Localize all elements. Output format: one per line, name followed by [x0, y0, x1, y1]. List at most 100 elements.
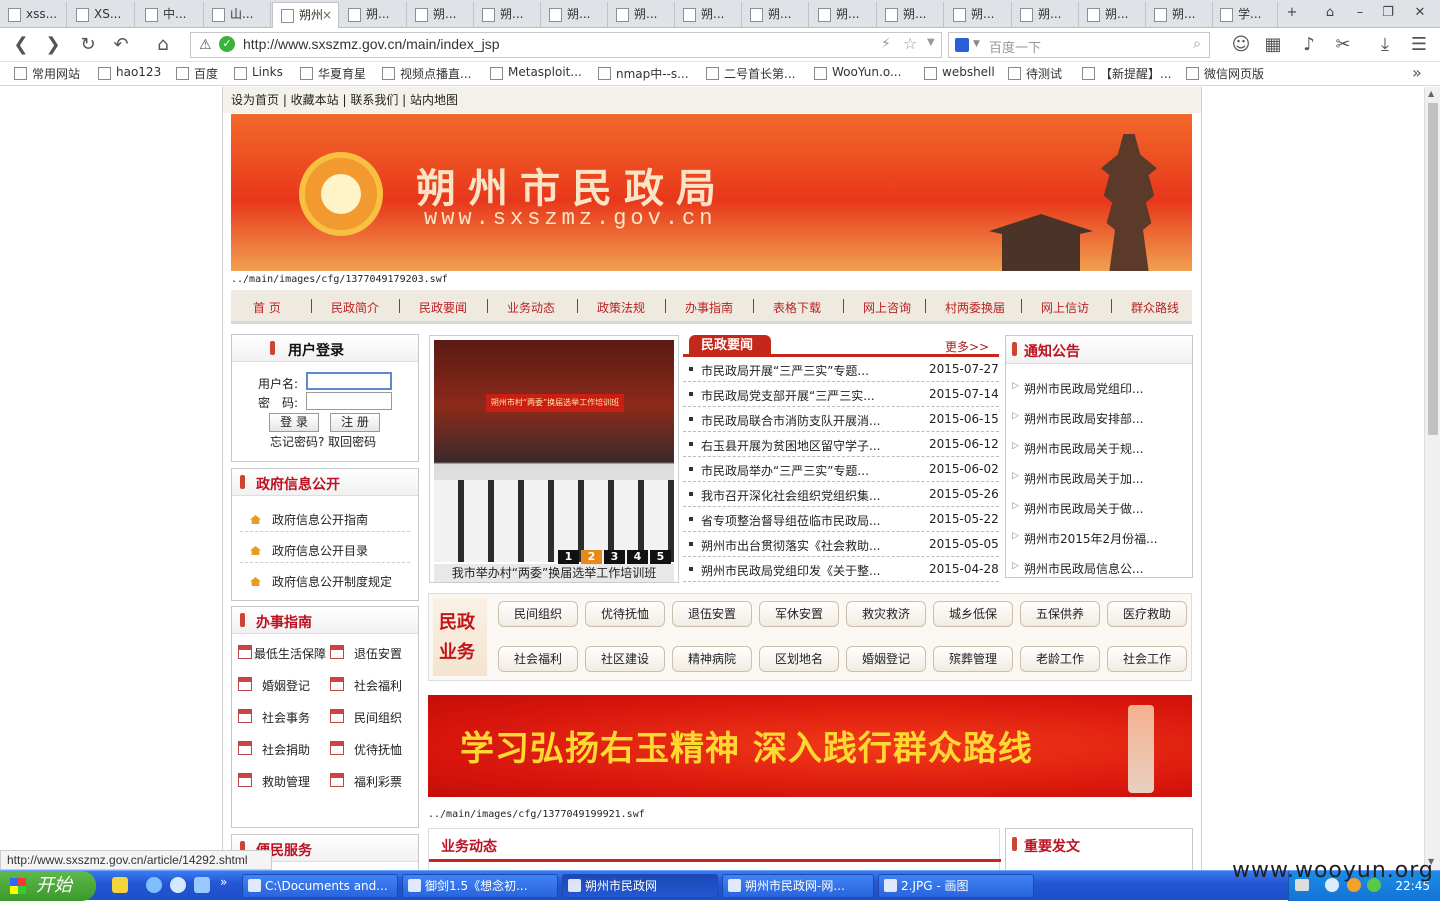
guide-link[interactable]: 民间组织 — [354, 709, 402, 726]
bookmark-item[interactable]: 二号首长第... — [706, 65, 795, 82]
download-icon[interactable]: ⤓ — [1374, 34, 1396, 56]
news-title-link[interactable]: 市民政局党支部开展“三严三实... — [701, 387, 875, 404]
browser-tab[interactable]: 朔... — [675, 2, 742, 28]
browser-tab[interactable]: xss... — [0, 2, 67, 28]
news-row[interactable]: 朔州市出台贯彻落实《社会救助... 2015-05-05 — [683, 532, 999, 557]
notice-link[interactable]: 朔州市民政局信息公... — [1024, 560, 1143, 577]
bookmark-item[interactable]: 微信网页版 — [1186, 65, 1264, 82]
service-button[interactable]: 区划地名 — [759, 646, 839, 672]
browser-tab[interactable]: 朔... — [474, 2, 541, 28]
browser-tab[interactable]: 学... — [1212, 2, 1278, 28]
browser-tab[interactable]: 朔... — [877, 2, 944, 28]
browser-tab[interactable]: 朔... — [608, 2, 675, 28]
service-button[interactable]: 婚姻登记 — [846, 646, 926, 672]
site-info-icon[interactable]: ⚠ — [199, 37, 212, 53]
notice-row[interactable]: ▷ 朔州市民政局党组印... — [1006, 380, 1186, 396]
guide-link[interactable]: 最低生活保障 — [254, 645, 326, 662]
news-title-link[interactable]: 朔州市出台贯彻落实《社会救助... — [701, 537, 880, 554]
notice-row[interactable]: ▷ 朔州市民政局安排部... — [1006, 410, 1186, 426]
bookmark-item[interactable]: hao123 — [98, 65, 161, 80]
lightning-icon[interactable]: ⚡ — [881, 36, 891, 52]
notice-row[interactable]: ▷ 朔州市民政局关于做... — [1006, 500, 1186, 516]
bookmark-item[interactable]: 常用网站 — [14, 65, 80, 82]
notice-row[interactable]: ▷ 朔州市民政局关于加... — [1006, 470, 1186, 486]
news-row[interactable]: 市民政局开展“三严三实”专题... 2015-07-27 — [683, 357, 999, 382]
search-icon[interactable]: ⌕ — [1193, 36, 1201, 52]
scroll-thumb[interactable] — [1428, 103, 1438, 435]
nav-item[interactable]: 办事指南 — [685, 299, 733, 316]
news-title-link[interactable]: 市民政局举办“三严三实”专题... — [701, 462, 869, 479]
address-bar[interactable]: ⚠ ✓ http://www.sxszmz.gov.cn/main/index_… — [190, 32, 942, 58]
bookmark-item[interactable]: WooYun.o... — [814, 65, 901, 80]
scroll-up-icon[interactable]: ▲ — [1428, 89, 1434, 98]
guide-link[interactable]: 社会事务 — [262, 709, 310, 726]
bookmark-item[interactable]: 视频点播直... — [382, 65, 471, 82]
security-check-icon[interactable]: ✓ — [219, 36, 235, 52]
quicklaunch-icon[interactable] — [112, 877, 128, 893]
engine-dropdown-icon[interactable]: ▼ — [973, 39, 980, 49]
browser-tab[interactable]: 朔... — [1079, 2, 1146, 28]
important-title[interactable]: 重要发文 — [1024, 836, 1080, 856]
nav-item[interactable]: 村两委换届 — [945, 299, 1005, 316]
guide-link[interactable]: 福利彩票 — [354, 773, 402, 790]
apps-icon[interactable]: ▦ — [1262, 34, 1284, 56]
gov-info-link[interactable]: 政府信息公开目录 — [272, 542, 368, 559]
service-button[interactable]: 老龄工作 — [1020, 646, 1100, 672]
browser-tab[interactable]: 中... — [137, 2, 204, 28]
star-icon[interactable]: ☆ — [903, 34, 917, 53]
news-title-link[interactable]: 市民政局开展“三严三实”专题... — [701, 362, 869, 379]
browser-tab[interactable]: 朔... — [340, 2, 407, 28]
home-icon[interactable]: ⌂ — [152, 34, 174, 56]
browser-tab[interactable]: 朔... — [407, 2, 474, 28]
service-button[interactable]: 城乡低保 — [933, 601, 1013, 627]
bookmark-item[interactable]: 华夏育星 — [300, 65, 366, 82]
bookmark-item[interactable]: Links — [234, 65, 283, 80]
news-title-link[interactable]: 省专项整治督导组莅临市民政局... — [701, 512, 880, 529]
slogan-banner[interactable]: 学习弘扬右玉精神 深入践行群众路线 — [428, 695, 1192, 797]
guide-link[interactable]: 婚姻登记 — [262, 677, 310, 694]
service-button[interactable]: 社会福利 — [498, 646, 578, 672]
browser-tab[interactable]: XS... — [68, 2, 135, 28]
ie-icon[interactable] — [146, 877, 162, 893]
gov-info-link[interactable]: 政府信息公开制度规定 — [272, 573, 392, 590]
bookmark-item[interactable]: 待测试 — [1008, 65, 1062, 82]
news-title-link[interactable]: 朔州市民政局党组印发《关于整... — [701, 562, 880, 579]
vertical-scrollbar[interactable]: ▲ ▼ — [1424, 87, 1440, 870]
service-button[interactable]: 五保供养 — [1020, 601, 1100, 627]
news-row[interactable]: 朔州市民政局党组印发《关于整... 2015-04-28 — [683, 557, 999, 582]
username-input[interactable] — [306, 372, 392, 390]
sound-icon[interactable]: ♪ — [1298, 34, 1320, 56]
notice-row[interactable]: ▷ 朔州市民政局关于规... — [1006, 440, 1186, 456]
taskbar-task[interactable]: 朔州市民政网 — [562, 874, 718, 898]
photo-caption[interactable]: 我市举办村“两委”换届选举工作培训班 — [434, 564, 674, 582]
guide-link[interactable]: 救助管理 — [262, 773, 310, 790]
notice-link[interactable]: 朔州市民政局关于做... — [1024, 500, 1143, 517]
guide-link[interactable]: 社会捐助 — [262, 741, 310, 758]
pager-button[interactable]: 1 — [558, 550, 579, 564]
quicklaunch-more-icon[interactable]: » — [220, 875, 227, 889]
news-row[interactable]: 市民政局党支部开展“三严三实... 2015-07-14 — [683, 382, 999, 407]
service-button[interactable]: 社区建设 — [585, 646, 665, 672]
browser-tab[interactable]: 朔... — [742, 2, 809, 28]
notice-row[interactable]: ▷ 朔州市2015年2月份福... — [1006, 530, 1186, 546]
close-window-icon[interactable]: ✕ — [1410, 4, 1430, 22]
nav-item[interactable]: 表格下载 — [773, 299, 821, 316]
business-title[interactable]: 业务动态 — [441, 836, 497, 856]
service-button[interactable]: 医疗救助 — [1107, 601, 1187, 627]
login-button[interactable]: 登 录 — [269, 413, 319, 432]
new-tab-button[interactable]: + — [1282, 4, 1302, 22]
meeting-photo[interactable]: 朔州市村“两委”换届选举工作培训班 — [434, 340, 674, 562]
taskbar-task[interactable]: 朔州市民政网-网... — [722, 874, 874, 898]
start-button[interactable]: 开始 — [0, 871, 96, 901]
browser-tab[interactable]: 朔... — [1012, 2, 1079, 28]
minimize-icon[interactable]: – — [1350, 4, 1370, 22]
news-row[interactable]: 右玉县开展为贫困地区留守学子... 2015-06-12 — [683, 432, 999, 457]
nav-item[interactable]: 民政要闻 — [419, 299, 467, 316]
guide-link[interactable]: 社会福利 — [354, 677, 402, 694]
tab-close-icon[interactable]: × — [322, 3, 332, 27]
pager-button[interactable]: 3 — [604, 550, 625, 564]
explorer-icon[interactable] — [194, 877, 210, 893]
bookmark-item[interactable]: 【新提醒】... — [1082, 65, 1171, 82]
browser-tab[interactable]: 朔... — [1146, 2, 1213, 28]
notice-link[interactable]: 朔州市民政局关于加... — [1024, 470, 1143, 487]
